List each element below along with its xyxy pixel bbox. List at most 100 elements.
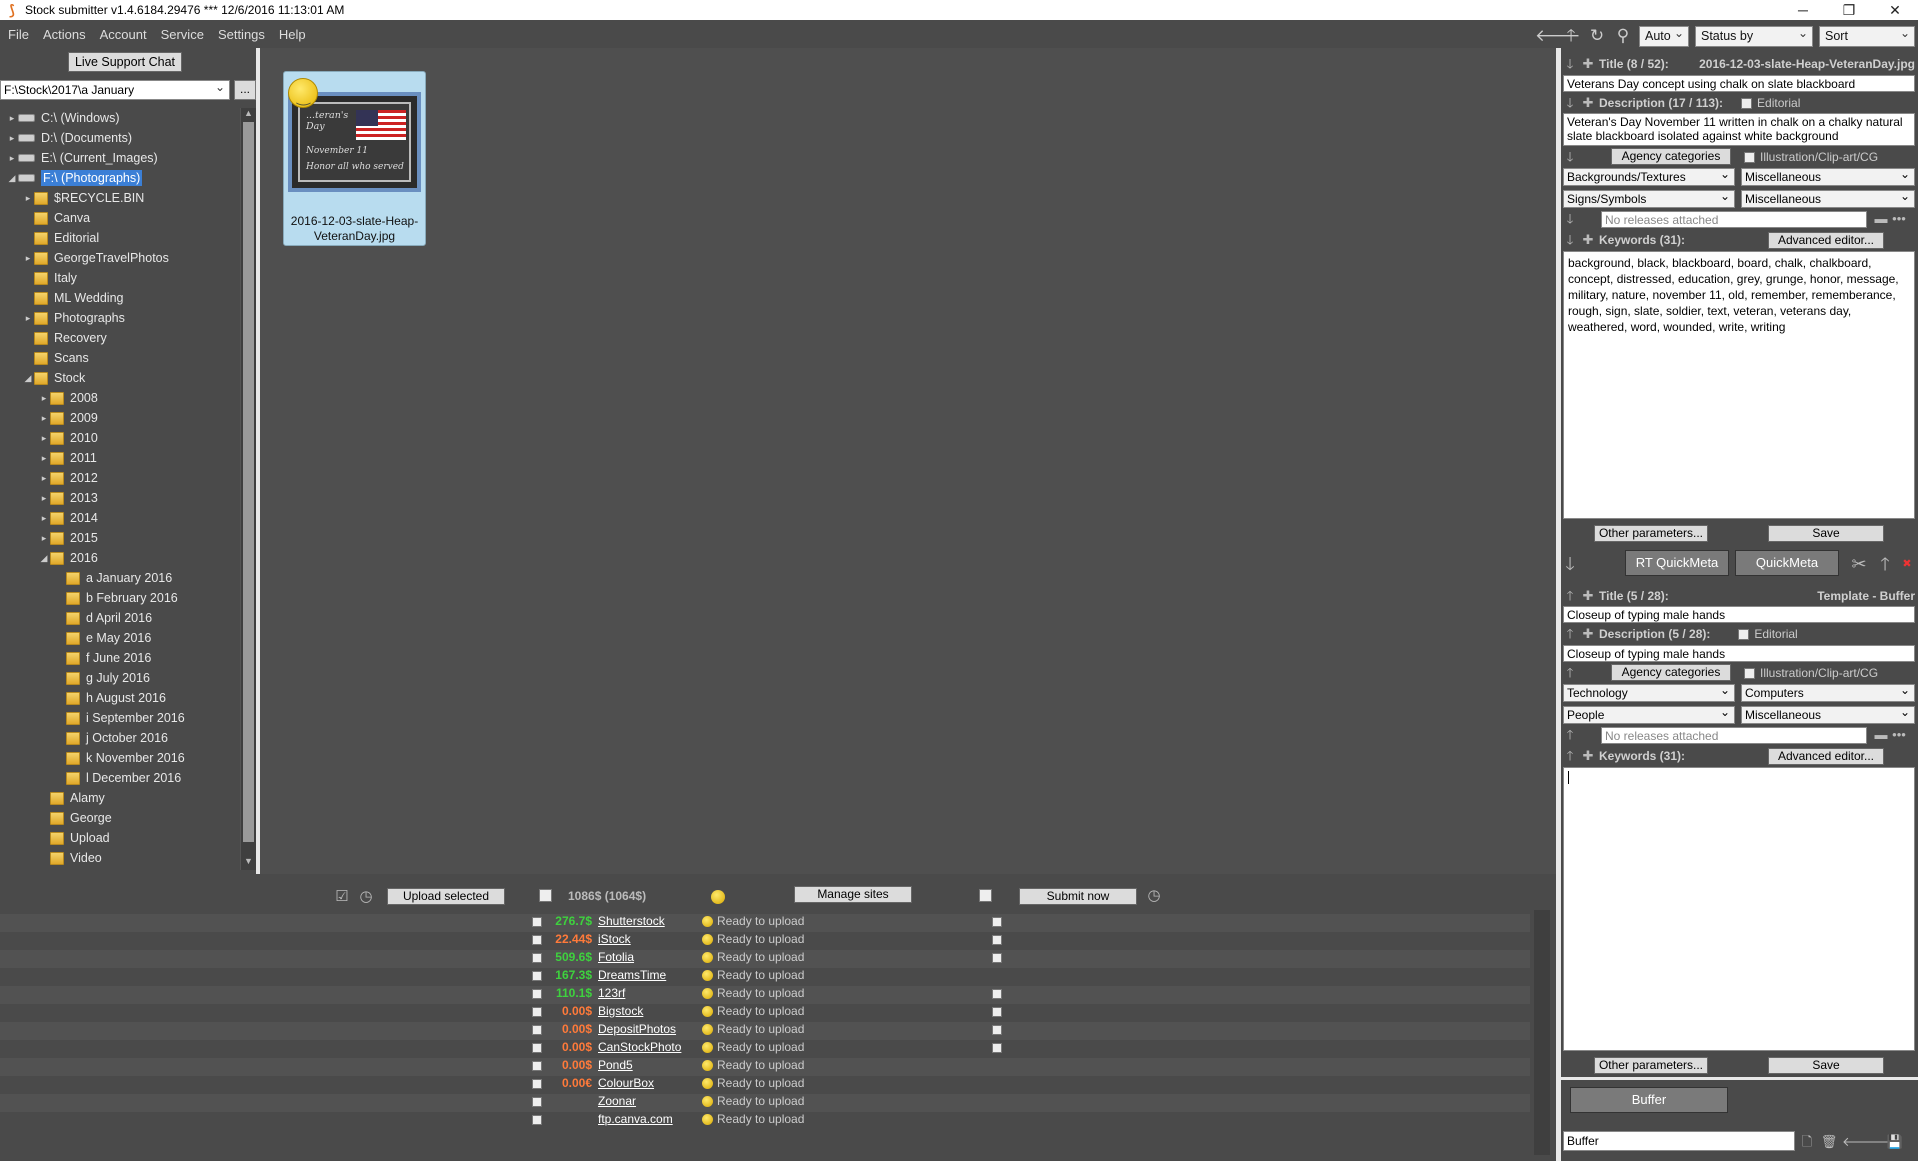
more-icon[interactable]: ••• (1892, 212, 1906, 226)
tree-item[interactable]: ▸ 2014 (38, 508, 98, 528)
expand-arrow-icon[interactable]: ▸ (38, 473, 50, 484)
site-link[interactable]: Zoonar (598, 1094, 636, 1108)
tree-item[interactable]: ▸ 2013 (38, 488, 98, 508)
up-arrow-icon[interactable]: 🡑 (1561, 26, 1581, 46)
save-button[interactable]: Save (1768, 525, 1884, 542)
refresh-icon[interactable]: ↻ (1587, 26, 1607, 46)
expand-arrow-icon[interactable]: ▸ (22, 193, 34, 204)
scissors-icon[interactable]: ✂ (1848, 555, 1870, 573)
expand-arrow-icon[interactable]: ▸ (38, 533, 50, 544)
expand-arrow-icon[interactable]: ▸ (22, 253, 34, 264)
up-arrow-icon[interactable]: 🡑 (1563, 589, 1577, 603)
site-submit-checkbox[interactable] (992, 1043, 1002, 1053)
submit-checkbox[interactable] (979, 889, 992, 902)
template-other-parameters-button[interactable]: Other parameters... (1594, 1057, 1708, 1074)
tree-item[interactable]: g July 2016 (54, 668, 150, 688)
tree-item[interactable]: ▸ GeorgeTravelPhotos (22, 248, 169, 268)
down-arrow-icon[interactable]: 🡓 (1563, 555, 1577, 573)
tree-item[interactable]: ▸ 2010 (38, 428, 98, 448)
template-releases-field[interactable]: No releases attached (1601, 727, 1867, 744)
tree-item[interactable]: ◢ Stock (22, 368, 86, 388)
search-icon[interactable]: ⚲ (1613, 26, 1633, 46)
checklist-icon[interactable]: ☑ (332, 889, 352, 904)
tree-item[interactable]: ▸ 2012 (38, 468, 98, 488)
editorial-checkbox[interactable] (1741, 98, 1753, 110)
down-arrow-icon[interactable]: 🡓 (1563, 150, 1577, 164)
agency-categories-button[interactable]: Agency categories (1611, 148, 1731, 165)
delete-icon[interactable]: ✖ (1900, 557, 1914, 571)
schedule-icon[interactable]: ◷ (356, 889, 376, 904)
tree-item[interactable]: a January 2016 (54, 568, 172, 588)
template-description-input[interactable]: Closeup of typing male hands (1563, 645, 1915, 662)
title-input[interactable]: Veterans Day concept using chalk on slat… (1563, 75, 1915, 92)
site-link[interactable]: Shutterstock (598, 914, 665, 928)
tree-item[interactable]: ▸ 2015 (38, 528, 98, 548)
expand-arrow-icon[interactable]: ▸ (38, 393, 50, 404)
down-arrow-icon[interactable]: 🡓 (1563, 233, 1577, 247)
up-arrow-icon[interactable]: 🡑 (1563, 627, 1577, 641)
add-icon[interactable]: ✚ (1581, 589, 1595, 603)
menu-account[interactable]: Account (100, 27, 147, 42)
menu-help[interactable]: Help (279, 27, 306, 42)
template-keywords-textarea[interactable] (1563, 767, 1915, 1051)
add-icon[interactable]: ✚ (1581, 627, 1595, 641)
expand-arrow-icon[interactable]: ▸ (38, 453, 50, 464)
category-3-select[interactable]: Signs/Symbols (1563, 188, 1735, 208)
site-link[interactable]: Pond5 (598, 1058, 633, 1072)
tree-item[interactable]: ▸ 2008 (38, 388, 98, 408)
releases-field[interactable]: No releases attached (1601, 211, 1867, 228)
right-arrow-icon[interactable]: 🡒 (1864, 1135, 1899, 1149)
tree-item[interactable]: George (38, 808, 112, 828)
scroll-thumb[interactable] (243, 122, 254, 842)
template-category-4-select[interactable]: Miscellaneous (1741, 704, 1915, 724)
tree-item[interactable]: b February 2016 (54, 588, 178, 608)
add-icon[interactable]: ✚ (1581, 233, 1595, 247)
rt-quickmeta-button[interactable]: RT QuickMeta (1625, 550, 1729, 576)
tree-item[interactable]: l December 2016 (54, 768, 181, 788)
menu-file[interactable]: File (8, 27, 29, 42)
live-support-chat-button[interactable]: Live Support Chat (68, 52, 182, 72)
tree-item[interactable]: ◢ F:\ (Photographs) (6, 168, 143, 188)
upload-selected-button[interactable]: Upload selected (387, 888, 505, 905)
menu-settings[interactable]: Settings (218, 27, 265, 42)
site-link[interactable]: Bigstock (598, 1004, 643, 1018)
site-link[interactable]: ftp.canva.com (598, 1112, 673, 1126)
up-arrow-icon[interactable]: 🡑 (1874, 555, 1896, 573)
browse-button[interactable]: ... (234, 80, 256, 100)
category-2-select[interactable]: Miscellaneous (1741, 166, 1915, 186)
site-list-scrollbar[interactable] (1534, 910, 1550, 1155)
tree-item[interactable]: ▸ E:\ (Current_Images) (6, 148, 158, 168)
tree-item[interactable]: Video (38, 848, 102, 868)
menu-service[interactable]: Service (161, 27, 204, 42)
select-all-checkbox[interactable] (539, 889, 552, 902)
sort-select[interactable]: Sort (1819, 24, 1915, 47)
expand-arrow-icon[interactable]: ▸ (38, 413, 50, 424)
close-icon[interactable]: ✕ (1872, 0, 1918, 20)
site-link[interactable]: iStock (598, 932, 631, 946)
tree-item[interactable]: ▸ $RECYCLE.BIN (22, 188, 145, 208)
template-category-2-select[interactable]: Computers (1741, 682, 1915, 702)
site-checkbox[interactable] (532, 1097, 542, 1107)
more-icon[interactable]: ••• (1892, 728, 1906, 742)
tree-item[interactable]: ▸ 2009 (38, 408, 98, 428)
template-editorial-checkbox[interactable] (1738, 629, 1750, 641)
template-illustration-checkbox[interactable] (1744, 667, 1755, 679)
expand-arrow-icon[interactable]: ▸ (6, 113, 18, 124)
scroll-down-icon[interactable]: ▼ (241, 856, 256, 870)
expand-arrow-icon[interactable]: ▸ (38, 513, 50, 524)
maximize-icon[interactable]: ❐ (1826, 0, 1872, 20)
manage-sites-button[interactable]: Manage sites (794, 886, 912, 903)
mode-select[interactable]: Auto (1639, 24, 1689, 47)
site-submit-checkbox[interactable] (992, 953, 1002, 963)
path-combobox[interactable]: F:\Stock\2017\a January (0, 78, 230, 100)
tree-item[interactable]: Italy (22, 268, 77, 288)
advanced-editor-button[interactable]: Advanced editor... (1768, 232, 1884, 249)
tree-item[interactable]: e May 2016 (54, 628, 151, 648)
expand-arrow-icon[interactable]: ▸ (6, 153, 18, 164)
expand-arrow-icon[interactable]: ▸ (22, 313, 34, 324)
expand-arrow-icon[interactable]: ▸ (38, 493, 50, 504)
document-icon[interactable]: 🗋 (1798, 1135, 1816, 1149)
tree-item[interactable]: ▸ Photographs (22, 308, 125, 328)
category-1-select[interactable]: Backgrounds/Textures (1563, 166, 1735, 186)
image-thumbnail[interactable]: ...teran's Day November 11 Honor all who… (283, 71, 426, 246)
